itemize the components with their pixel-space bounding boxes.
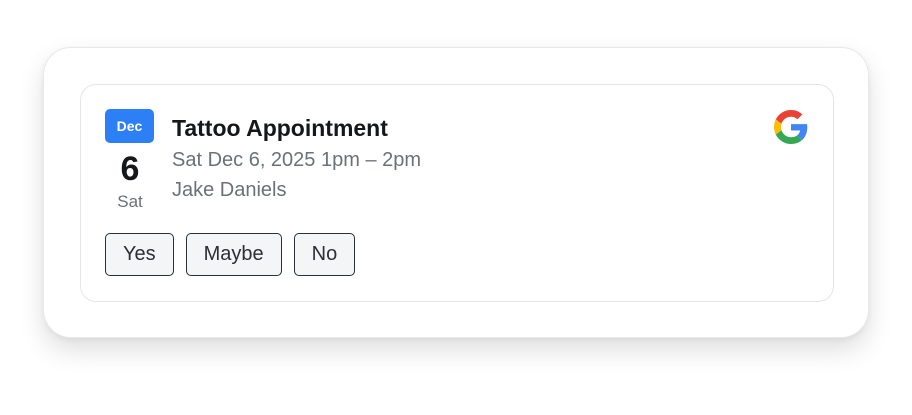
event-title: Tattoo Appointment bbox=[172, 115, 388, 141]
rsvp-no-button[interactable]: No bbox=[293, 233, 356, 276]
event-card: Dec 6 Sat Tattoo Appointment Sat Dec 6, … bbox=[80, 84, 834, 302]
rsvp-buttons: Yes Maybe No bbox=[105, 233, 356, 276]
event-datetime: Sat Dec 6, 2025 1pm – 2pm bbox=[172, 149, 422, 171]
event-details: Tattoo Appointment Sat Dec 6, 2025 1pm –… bbox=[172, 113, 421, 204]
rsvp-yes-button[interactable]: Yes bbox=[105, 233, 174, 276]
event-organizer: Jake Daniels bbox=[172, 179, 287, 201]
month-badge: Dec bbox=[105, 109, 154, 143]
weekday-label: Sat bbox=[117, 192, 143, 211]
rsvp-maybe-button[interactable]: Maybe bbox=[185, 233, 282, 276]
calendar-invite-card: Dec 6 Sat Tattoo Appointment Sat Dec 6, … bbox=[43, 47, 869, 338]
google-logo-icon bbox=[774, 110, 808, 144]
day-number: 6 bbox=[120, 150, 140, 188]
date-block: Dec 6 Sat bbox=[105, 109, 155, 212]
